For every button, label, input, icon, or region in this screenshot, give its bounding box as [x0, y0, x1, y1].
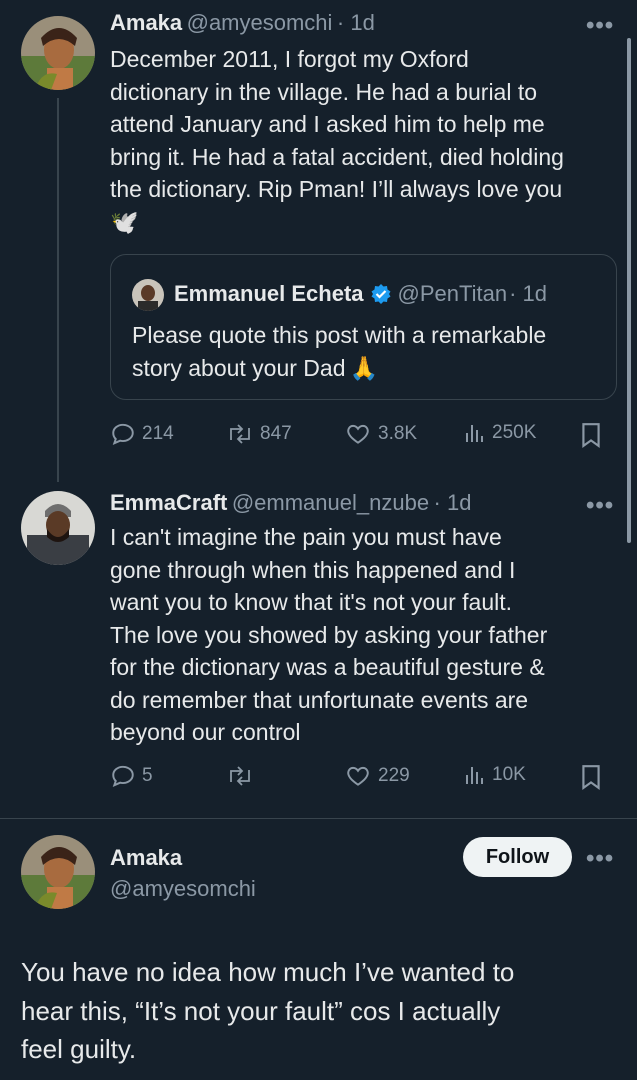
repost-count: 847: [260, 423, 292, 444]
follow-button[interactable]: Follow: [463, 837, 572, 877]
quoted-header: Emmanuel Echeta @PenTitan · 1d: [174, 281, 547, 307]
reply-icon: [112, 423, 134, 445]
quoted-author-name: Emmanuel Echeta: [174, 281, 364, 306]
author-handle[interactable]: @amyesomchi: [110, 876, 256, 902]
view-count: 10K: [492, 764, 526, 785]
praying-hands-emoji: 🙏: [349, 354, 379, 381]
views-button[interactable]: 10K: [464, 763, 526, 787]
author-name[interactable]: EmmaCraft: [110, 490, 227, 515]
text-line: do remember that unfortunate events are: [110, 686, 529, 713]
more-options-icon[interactable]: •••: [586, 12, 614, 40]
repost-button[interactable]: [226, 763, 260, 789]
text-line: beyond our control: [110, 719, 301, 745]
text-line: gone through when this happened and I: [110, 556, 516, 583]
avatar[interactable]: [21, 491, 95, 565]
text-line: bring it. He had a fatal accident, died …: [110, 143, 564, 170]
text-line: the dictionary. Rip Pman! I’ll always lo…: [110, 176, 563, 202]
dove-emoji: 🕊️: [110, 208, 139, 235]
reply-icon: [112, 765, 134, 787]
heart-icon: [347, 766, 369, 786]
text-line: attend January and I asked him to help m…: [110, 111, 545, 137]
view-count: 250K: [492, 422, 537, 443]
quoted-post-time: · 1d: [509, 281, 548, 306]
heart-icon: [347, 424, 369, 444]
post-amaka-reply: Amaka @amyesomchi Follow ••• You have no…: [0, 819, 637, 1080]
views-icon: [466, 425, 483, 442]
post-text: December 2011, I forgot my Oxford dictio…: [110, 43, 625, 238]
like-button[interactable]: 3.8K: [344, 421, 417, 447]
text-line: for the dictionary was a beautiful gestu…: [110, 654, 545, 680]
more-options-icon[interactable]: •••: [586, 492, 614, 520]
post-time[interactable]: · 1d: [337, 10, 375, 35]
author-name[interactable]: Amaka: [110, 845, 182, 871]
repost-icon: [230, 424, 250, 444]
reply-button[interactable]: 214: [110, 421, 174, 447]
text-line: Please quote this post with a remarkable: [132, 322, 547, 348]
quoted-text: Please quote this post with a remarkable…: [132, 319, 602, 384]
repost-icon: [230, 766, 250, 786]
text-line: I can't imagine the pain you must have: [110, 524, 502, 550]
thread-line: [57, 98, 59, 482]
quoted-author-handle: @PenTitan: [397, 281, 508, 306]
avatar[interactable]: [21, 16, 95, 90]
like-count: 229: [378, 765, 410, 786]
views-icon: [466, 767, 483, 784]
text-line: want you to know that it's not your faul…: [110, 589, 512, 615]
bookmark-icon[interactable]: [580, 422, 602, 453]
post-text: I can't imagine the pain you must have g…: [110, 521, 625, 749]
author-name[interactable]: Amaka: [110, 10, 182, 35]
text-line: hear this, “It’s not your fault” cos I a…: [21, 995, 501, 1026]
bookmark-icon[interactable]: [580, 764, 602, 795]
post-header: EmmaCraft @emmanuel_nzube · 1d: [110, 490, 471, 516]
like-button[interactable]: 229: [344, 763, 410, 789]
more-options-icon[interactable]: •••: [586, 845, 614, 873]
post-header: Amaka @amyesomchi · 1d: [110, 10, 375, 36]
post-text: You have no idea how much I’ve wanted to…: [21, 953, 621, 1069]
like-count: 3.8K: [378, 423, 418, 444]
text-line: The love you showed by asking your fathe…: [110, 621, 548, 648]
reply-button[interactable]: 5: [110, 763, 153, 789]
text-line: You have no idea how much I’ve wanted to: [21, 957, 515, 987]
post-emmacraft: EmmaCraft @emmanuel_nzube · 1d ••• I can…: [0, 480, 637, 820]
quoted-author-avatar: [132, 279, 164, 311]
text-line: feel guilty.: [21, 1034, 137, 1064]
author-handle[interactable]: @emmanuel_nzube: [232, 490, 429, 515]
text-line: story about your Dad: [132, 354, 346, 381]
post-amaka-1: Amaka @amyesomchi · 1d ••• December 2011…: [0, 0, 637, 482]
reply-count: 5: [142, 765, 153, 786]
repost-button[interactable]: 847: [226, 421, 292, 447]
post-time[interactable]: · 1d: [434, 490, 472, 515]
views-button[interactable]: 250K: [464, 421, 536, 445]
text-line: dictionary in the village. He had a buri…: [110, 78, 538, 105]
reply-count: 214: [142, 423, 174, 444]
verified-badge-icon: [370, 283, 392, 305]
author-handle[interactable]: @amyesomchi: [187, 10, 333, 35]
quoted-post-card[interactable]: Emmanuel Echeta @PenTitan · 1d Please qu…: [110, 254, 617, 400]
text-line: December 2011, I forgot my Oxford: [110, 46, 469, 72]
avatar[interactable]: [21, 835, 95, 909]
